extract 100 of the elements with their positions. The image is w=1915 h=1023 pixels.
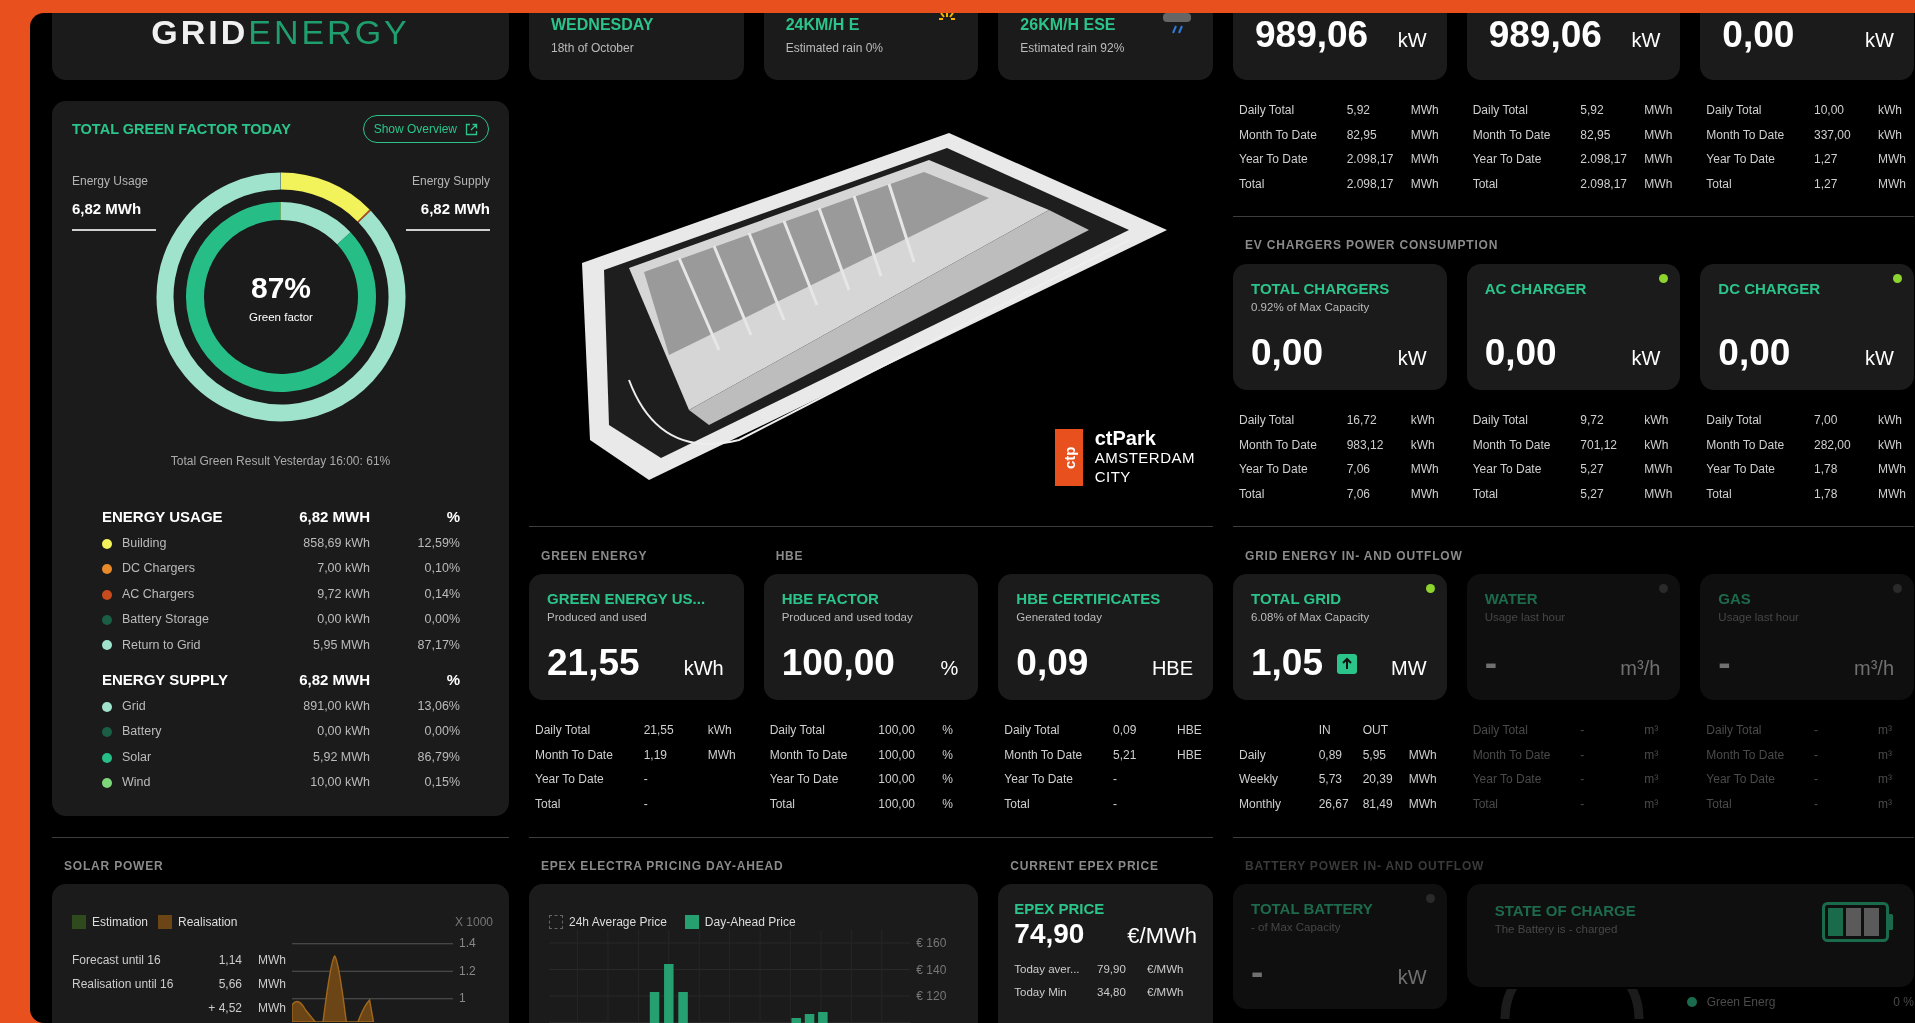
legend-percent: 12,59%: [416, 535, 460, 552]
metric-value: 989,06: [1255, 15, 1369, 56]
legend-label: Solar: [122, 748, 153, 766]
stat-label: Total: [1472, 485, 1499, 503]
section-title: BATTERY POWER IN- AND OUTFLOW: [1244, 858, 1486, 874]
stat-unit: MWh: [1410, 102, 1440, 119]
stat-unit: kWh: [1644, 412, 1670, 429]
card-title: EPEX PRICE: [1014, 900, 1106, 917]
stat-unit: m³: [1644, 746, 1660, 764]
legend-label: Realisation: [178, 915, 238, 929]
stat-value: 0,89: [1318, 746, 1343, 764]
metric-unit: %: [940, 657, 959, 681]
stat-label: Total: [1239, 175, 1266, 193]
metric-value: 0,00: [1718, 333, 1791, 374]
table-heading: 6,82 MWH: [298, 507, 370, 527]
stat-label: Month To Date: [1239, 126, 1318, 144]
legend-value: 10,00 kWh: [309, 774, 370, 792]
stat-value: -: [1814, 746, 1819, 764]
stat-value: -: [1814, 795, 1819, 813]
stat-value: 21,55: [643, 722, 675, 739]
legend-value: 858,69 kWh: [302, 535, 370, 552]
legend-label: Battery Storage: [122, 611, 210, 629]
metric-unit: kWh: [683, 657, 724, 681]
metric-value: 0,09: [1016, 643, 1089, 684]
table-heading: ENERGY USAGE: [102, 507, 224, 527]
stat-unit: %: [942, 746, 954, 764]
legend-label: Grid: [122, 698, 147, 716]
metric-value: 0,00: [1484, 333, 1557, 374]
legend-label: DC Chargers: [122, 560, 196, 578]
stat-unit: €/MWh: [1147, 961, 1185, 977]
stat-label: Year To Date: [1706, 461, 1777, 478]
stat-value: 16,72: [1346, 412, 1378, 429]
stat-unit: €/MWh: [1147, 984, 1185, 1000]
card-title: HBE CERTIFICATES: [1016, 590, 1162, 607]
stat-value: 1,14: [217, 952, 242, 969]
legend-label: 24h Average Price: [569, 915, 667, 929]
stat-value: -: [643, 771, 649, 788]
stat-unit: MWh: [1878, 175, 1907, 193]
price-bar: [678, 992, 688, 1023]
stat-value: 5,92: [1346, 102, 1371, 119]
stat-unit: MWh: [1644, 151, 1674, 168]
axis-scale: X 1000: [454, 915, 493, 929]
section-title: GREEN ENERGY: [540, 548, 649, 564]
stat-unit: MWh: [1410, 461, 1440, 478]
legend-label: Green Energ: [1706, 994, 1777, 1011]
metric-value: 989,06: [1488, 15, 1602, 56]
stat-value: 5,95: [1362, 746, 1387, 764]
stat-unit: MWh: [1644, 485, 1674, 503]
section-title: HBE: [774, 548, 805, 564]
rain-cloud-icon: [1163, 13, 1191, 35]
stat-value: -: [643, 795, 649, 813]
stat-value: 282,00: [1814, 436, 1852, 454]
stat-label: Total: [1706, 795, 1733, 813]
card-title: STATE OF CHARGE: [1494, 902, 1636, 919]
card-subtitle: Produced and used today: [781, 611, 914, 623]
stat-value: 100,00: [878, 746, 917, 764]
usage-value: 6,82 MWh: [72, 200, 143, 217]
metric-value: 0,00: [1722, 15, 1795, 56]
stat-unit: kWh: [1644, 436, 1670, 454]
legend-value: 7,00 kWh: [316, 560, 370, 578]
stat-unit: HBE: [1177, 746, 1203, 764]
legend-percent: 0,00%: [423, 611, 460, 629]
legend-percent: 86,79%: [416, 748, 460, 766]
stat-unit: kWh: [1878, 102, 1903, 119]
legend-percent: 13,06%: [416, 698, 460, 716]
card-title: 26KM/H ESE: [1020, 15, 1116, 35]
stat-unit: m³: [1878, 771, 1893, 788]
stat-unit: HBE: [1177, 722, 1203, 739]
legend-label: Estimation: [92, 915, 149, 929]
stat-value: 1,27: [1814, 151, 1839, 168]
card-title: WEDNESDAY: [551, 15, 654, 35]
metric-unit: m³/h: [1620, 657, 1661, 681]
stat-label: Total: [769, 795, 796, 813]
stat-unit: kWh: [1878, 126, 1903, 144]
ratio-value: 87%: [250, 271, 311, 305]
usage-label: Energy Usage: [72, 174, 150, 188]
stat-unit: MWh: [1410, 151, 1440, 168]
legend-percent: 0,14%: [423, 585, 460, 603]
brand-logo: GRID ENERGY: [151, 15, 410, 49]
stat-label: Daily Total: [1472, 102, 1529, 119]
stat-label: Total: [1706, 485, 1733, 503]
stat-value: + 4,52: [207, 1000, 242, 1017]
stat-value: 81,49: [1362, 795, 1394, 813]
card-subtitle: Produced and used: [547, 611, 648, 623]
stat-value: 2.098,17: [1346, 151, 1395, 168]
stat-label: Total: [1239, 485, 1266, 503]
metric-value: -: [1251, 952, 1264, 993]
stat-value: 20,39: [1362, 771, 1394, 788]
stat-value: 1,19: [643, 746, 668, 764]
stat-value: 1,78: [1814, 485, 1839, 503]
metric-value: 0,00: [1251, 333, 1323, 374]
stat-unit: MWh: [1644, 126, 1674, 144]
stat-unit: kWh: [1878, 436, 1903, 454]
stat-label: Today Min: [1014, 984, 1068, 1000]
stat-value: 5,73: [1318, 771, 1343, 788]
stat-label: Month To Date: [1706, 126, 1786, 144]
stat-label: Daily Total: [1472, 722, 1529, 739]
metric-value: 100,00: [781, 643, 895, 684]
legend-percent: 0,15%: [423, 774, 460, 792]
stat-label: Month To Date: [1004, 746, 1084, 764]
